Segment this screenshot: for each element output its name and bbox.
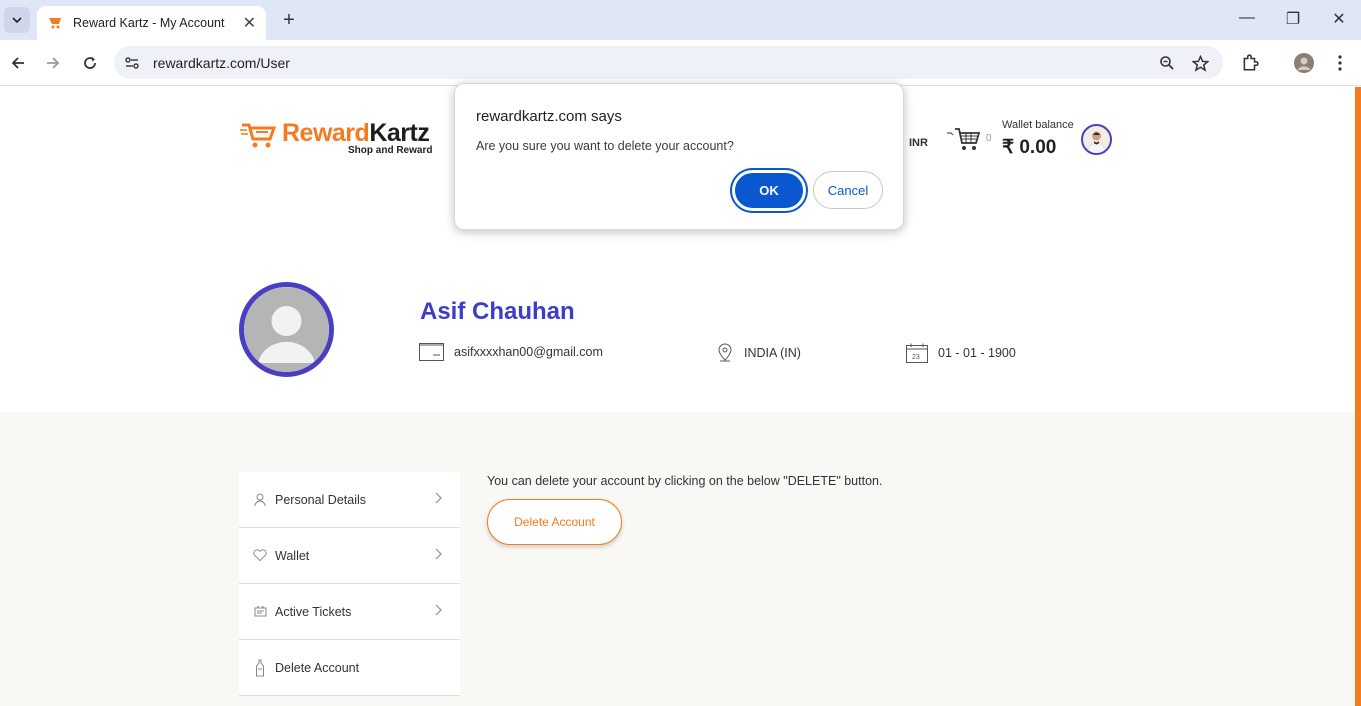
profile-picture[interactable]	[239, 282, 334, 377]
wallet-balance-label: Wallet balance	[1002, 119, 1074, 131]
ticket-icon	[253, 604, 267, 620]
tab-close-icon[interactable]: ✕	[243, 13, 256, 33]
tab-title: Reward Kartz - My Account	[73, 16, 225, 30]
dialog-title: rewardkartz.com says	[476, 108, 622, 125]
profile-avatar-icon[interactable]	[1294, 53, 1314, 73]
browser-toolbar: rewardkartz.com/User	[0, 40, 1361, 86]
wallet-balance-amount: ₹ 0.00	[1002, 137, 1057, 158]
chevron-right-icon	[435, 492, 442, 507]
heart-icon	[253, 548, 267, 564]
calendar-icon: 23	[906, 343, 928, 363]
logo-text: RewardKartz	[282, 119, 430, 147]
new-tab-button[interactable]: +	[278, 8, 300, 32]
restore-icon[interactable]: ❐	[1283, 9, 1303, 29]
browser-menu-icon[interactable]	[1330, 53, 1350, 73]
bookmark-star-icon[interactable]	[1190, 53, 1210, 73]
person-icon	[253, 492, 267, 508]
zoom-icon[interactable]	[1157, 53, 1177, 73]
back-icon[interactable]	[8, 53, 28, 73]
address-bar[interactable]: rewardkartz.com/User	[114, 46, 1223, 79]
reload-icon[interactable]	[80, 53, 100, 73]
minimize-icon[interactable]: —	[1237, 9, 1257, 27]
country-value: INDIA (IN)	[744, 346, 801, 360]
delete-instruction: You can delete your account by clicking …	[487, 474, 883, 488]
dob-value: 01 - 01 - 1900	[938, 346, 1016, 360]
sidebar-item-label: Delete Account	[275, 660, 360, 675]
cart-icon[interactable]	[946, 127, 982, 153]
profile-name: Asif Chauhan	[420, 298, 575, 325]
dialog-message: Are you sure you want to delete your acc…	[476, 139, 734, 153]
site-logo[interactable]: RewardKartz Shop and Reward	[240, 117, 440, 159]
sidebar-item-label: Personal Details	[275, 492, 367, 507]
account-section: Personal Details Wallet Active Tickets D…	[0, 412, 1355, 706]
profile-dob: 23 01 - 01 - 1900	[906, 343, 1016, 363]
profile-country: INDIA (IN)	[716, 343, 801, 363]
sidebar-item-active-tickets[interactable]: Active Tickets	[239, 584, 460, 640]
user-avatar[interactable]	[1081, 124, 1112, 155]
extensions-icon[interactable]	[1240, 53, 1260, 73]
page-content: RewardKartz Shop and Reward INR 0 Wallet…	[0, 83, 1355, 706]
chevron-down-icon	[12, 17, 22, 23]
cancel-button[interactable]: Cancel	[813, 171, 883, 209]
sidebar-item-label: Active Tickets	[275, 604, 352, 619]
confirm-dialog: rewardkartz.com says Are you sure you wa…	[454, 83, 904, 230]
window-close-icon[interactable]: ✕	[1329, 9, 1349, 29]
page-scrollbar[interactable]	[1355, 87, 1361, 706]
bottle-icon	[253, 659, 267, 676]
url-text: rewardkartz.com/User	[153, 55, 290, 71]
scrollbar-thumb[interactable]	[1355, 87, 1361, 706]
logo-tagline: Shop and Reward	[348, 145, 433, 156]
sidebar-item-delete-account[interactable]: Delete Account	[239, 640, 460, 696]
chevron-right-icon	[435, 548, 442, 563]
email-value: asifxxxxhan00@gmail.com	[454, 345, 603, 359]
ok-button[interactable]: OK	[732, 170, 806, 211]
svg-text:23: 23	[912, 354, 920, 361]
browser-tab[interactable]: Reward Kartz - My Account ✕	[37, 6, 266, 40]
browser-tab-strip: Reward Kartz - My Account ✕ + — ❐ ✕	[0, 0, 1361, 40]
cart-count: 0	[986, 133, 992, 144]
currency-selector[interactable]: INR	[909, 137, 928, 149]
sidebar-item-wallet[interactable]: Wallet	[239, 528, 460, 584]
forward-icon[interactable]	[43, 53, 63, 73]
rewardkartz-favicon-icon	[49, 18, 61, 29]
profile-email: asifxxxxhan00@gmail.com	[419, 343, 603, 361]
location-pin-icon	[716, 343, 734, 363]
delete-account-button[interactable]: Delete Account	[487, 499, 622, 545]
account-sidebar: Personal Details Wallet Active Tickets D…	[239, 472, 460, 696]
chevron-right-icon	[435, 604, 442, 619]
site-settings-icon[interactable]	[122, 53, 142, 73]
tab-search-button[interactable]	[4, 7, 30, 33]
cart-logo-icon	[240, 123, 277, 148]
sidebar-item-label: Wallet	[275, 548, 310, 563]
sidebar-item-personal-details[interactable]: Personal Details	[239, 472, 460, 528]
envelope-icon	[419, 343, 444, 361]
